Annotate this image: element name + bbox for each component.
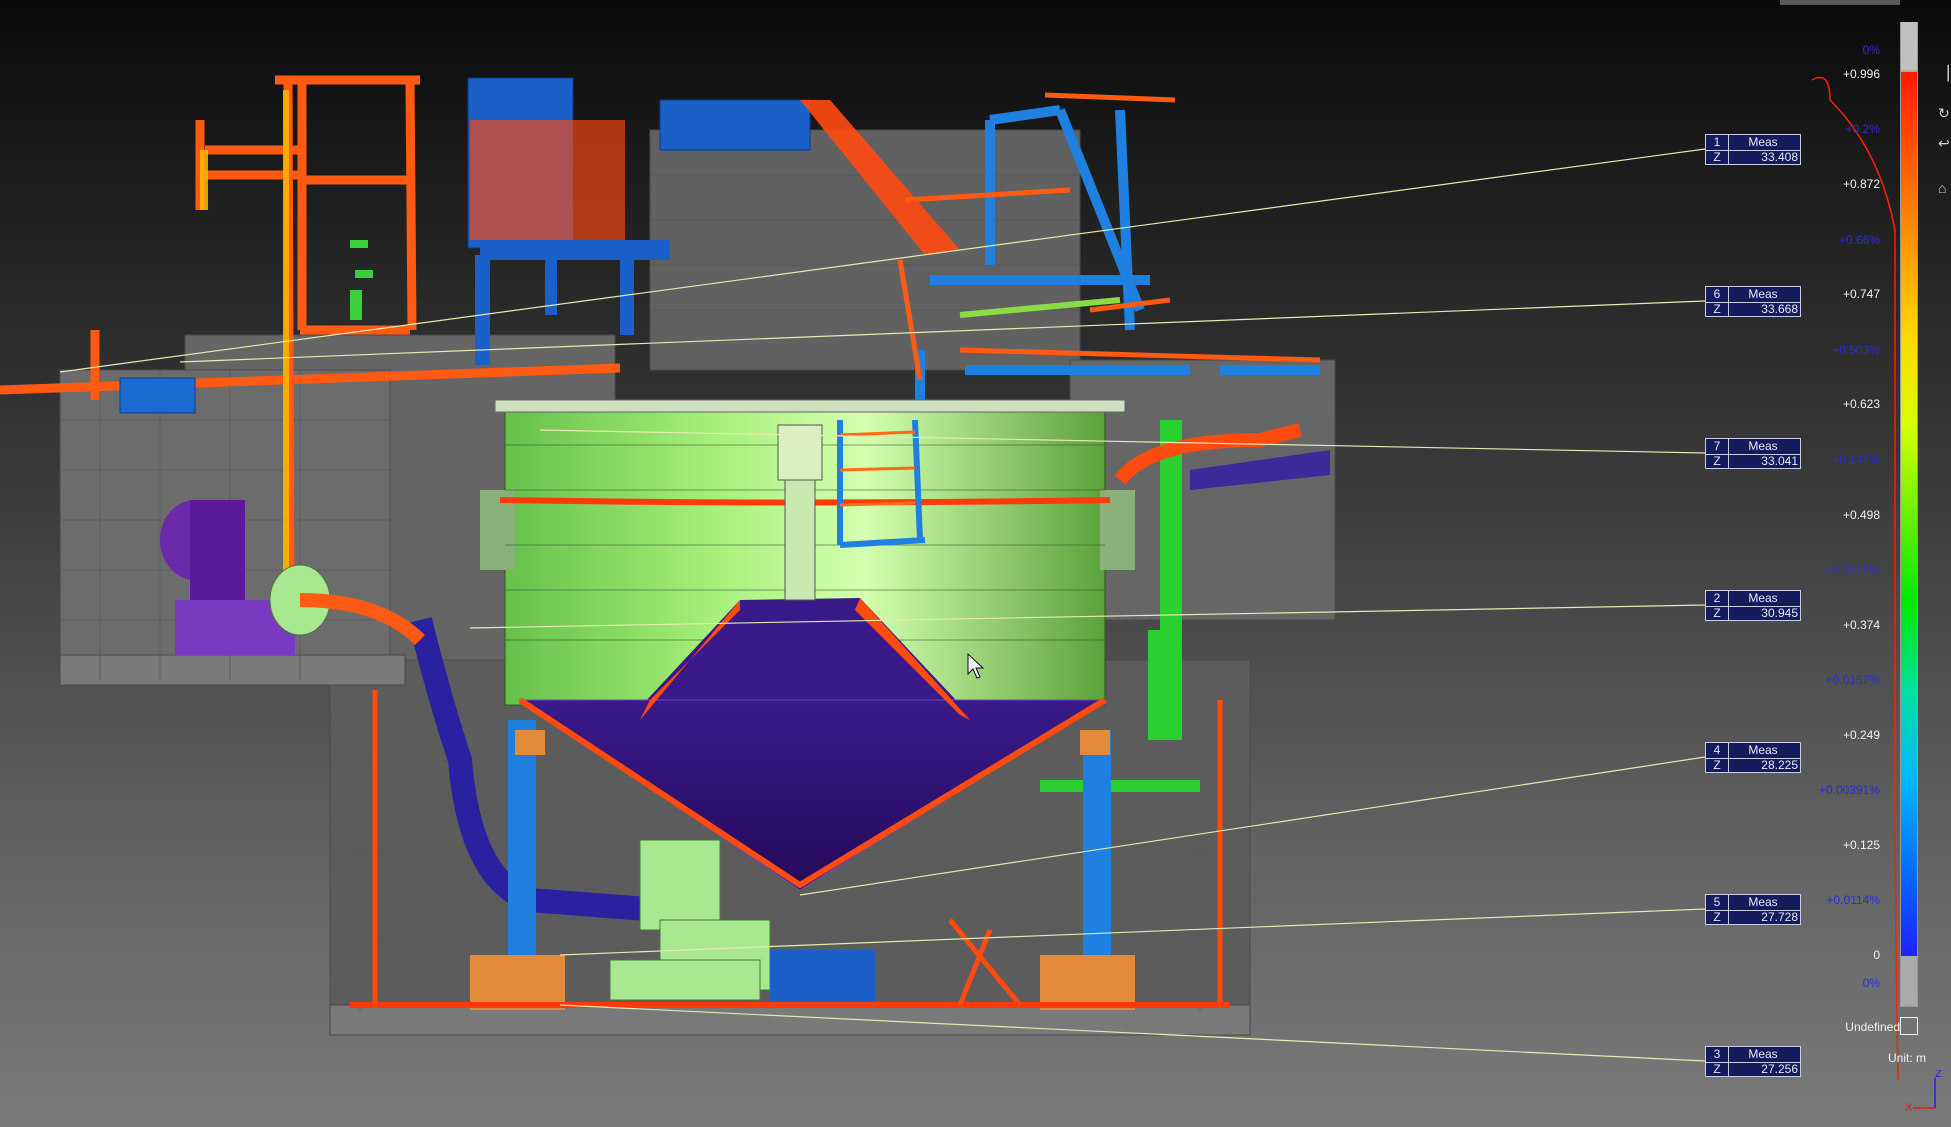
undefined-color-swatch[interactable] — [1900, 1017, 1918, 1035]
color-scale-handle[interactable] — [1901, 22, 1917, 70]
scale-percent: +0.0776% — [1825, 563, 1880, 577]
unit-label: Unit: m — [1887, 1051, 1926, 1065]
select-icon[interactable]: ▕ — [1938, 60, 1951, 86]
measurement-axis: Z — [1706, 758, 1729, 773]
scale-percent: +0.144% — [1832, 453, 1880, 467]
side-toolbar: ▕ ↻ ↩ ⌂ — [1938, 20, 1951, 200]
scale-tick: +0.125 — [1842, 838, 1880, 852]
scale-percent: +0.503% — [1832, 343, 1880, 357]
vessel-rim — [494, 399, 1126, 413]
scale-tick: +0.623 — [1842, 397, 1880, 411]
axis-x-label: X — [1905, 1102, 1913, 1114]
axis-z-label: Z — [1935, 1070, 1942, 1080]
measurement-id: 6 — [1706, 287, 1729, 302]
measurement-id: 2 — [1706, 591, 1729, 606]
measurement-id: 1 — [1706, 135, 1729, 150]
measurement-axis: Z — [1706, 150, 1729, 165]
measurement-id: 5 — [1706, 895, 1729, 910]
scale-tick: 0 — [1873, 948, 1880, 962]
scale-bottom-percent: 0% — [1862, 976, 1880, 990]
measurement-axis: Z — [1706, 454, 1729, 469]
scale-tick: +0.249 — [1842, 728, 1880, 742]
scale-tick: +0.747 — [1842, 287, 1880, 301]
rotate-icon[interactable]: ↻ — [1938, 100, 1951, 126]
measurement-axis: Z — [1706, 606, 1729, 621]
3d-viewport[interactable] — [0, 0, 1951, 1127]
scale-percent: +0.2% — [1845, 122, 1880, 136]
measurement-id: 4 — [1706, 743, 1729, 758]
measurement-axis: Z — [1706, 910, 1729, 925]
home-icon[interactable]: ⌂ — [1938, 175, 1951, 201]
undo-icon[interactable]: ↩ — [1938, 130, 1951, 156]
scale-tick: +0.996 — [1842, 67, 1880, 81]
scale-tick: +0.498 — [1842, 508, 1880, 522]
scale-tick: +0.374 — [1842, 618, 1880, 632]
lower-blue-base — [770, 950, 875, 1005]
scale-percent: +0.0114% — [1826, 893, 1881, 907]
undefined-label: Undefined — [1845, 1020, 1900, 1034]
scale-percent: +0.66% — [1838, 233, 1880, 247]
color-scale-gradient — [1901, 72, 1917, 956]
scale-top-percent: 0% — [1862, 43, 1880, 57]
axis-triad: Z X — [1905, 1070, 1942, 1114]
scale-percent: +0.00391% — [1818, 783, 1880, 797]
measurement-id: 7 — [1706, 439, 1729, 454]
scale-tick: +0.872 — [1842, 177, 1880, 191]
measurement-axis: Z — [1706, 302, 1729, 317]
green-speckle-left — [350, 240, 373, 320]
color-scale-labels: 0% +0.996 +0.2% +0.872 +0.66% +0.747 +0.… — [1780, 0, 1890, 1127]
left-blue-panel — [119, 377, 196, 414]
shaft-motor — [777, 424, 823, 481]
measurement-id: 3 — [1706, 1047, 1729, 1062]
scale-percent: +0.0157% — [1825, 673, 1880, 687]
measurement-axis: Z — [1706, 1062, 1729, 1077]
